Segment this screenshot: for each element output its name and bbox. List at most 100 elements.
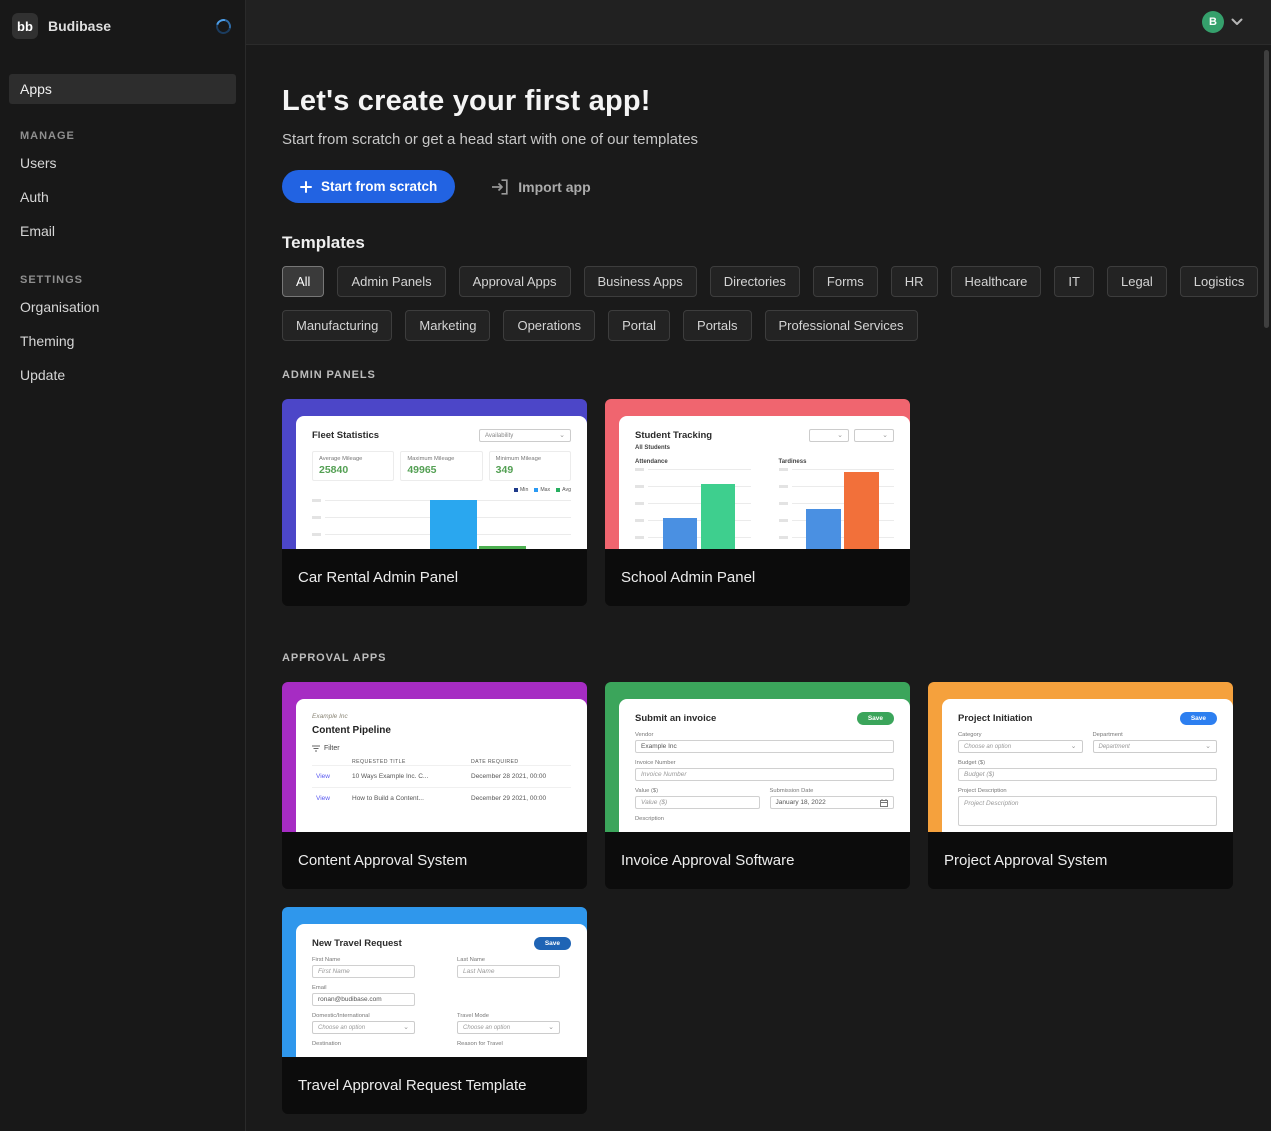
table-row: View 10 Ways Example Inc. C... December … xyxy=(312,765,571,787)
preview-panel: Project Initiation Save Category Choose … xyxy=(942,699,1233,832)
template-card-content-approval[interactable]: Example Inc Content Pipeline Filter REQ xyxy=(282,682,587,889)
stat-average-mileage: Average Mileage 25840 xyxy=(312,451,394,481)
domestic-international-field: Domestic/International Choose an option⌄ xyxy=(312,1013,415,1034)
department-field: Department Department⌄ xyxy=(1093,732,1218,753)
template-card-invoice-approval[interactable]: Submit an invoice Save Vendor Example In… xyxy=(605,682,910,889)
sidebar-item-apps[interactable]: Apps xyxy=(9,74,236,104)
card-preview: Fleet Statistics Availability⌄ Average M… xyxy=(282,399,587,549)
budibase-logo[interactable]: bb xyxy=(12,13,38,39)
plus-icon xyxy=(300,181,312,193)
budget-field: Budget ($) Budget ($) xyxy=(958,760,1217,781)
grade-select: ⌄ xyxy=(809,429,849,442)
loading-spinner-icon xyxy=(213,16,233,36)
import-icon xyxy=(491,179,509,195)
filter-chip-admin-panels[interactable]: Admin Panels xyxy=(337,266,445,297)
page-content: Let's create your first app! Start from … xyxy=(246,45,1271,1131)
sidebar-item-email[interactable]: Email xyxy=(0,214,245,248)
bar-green xyxy=(701,484,736,549)
preview-panel: New Travel Request Save First Name First… xyxy=(296,924,587,1057)
template-card-car-rental[interactable]: Fleet Statistics Availability⌄ Average M… xyxy=(282,399,587,606)
preview-panel: Fleet Statistics Availability⌄ Average M… xyxy=(296,416,587,549)
last-name-field: Last Name Last Name xyxy=(457,957,560,978)
sidebar-section-manage: MANAGE xyxy=(20,130,245,142)
template-card-school[interactable]: Student Tracking ⌄ ⌄ All Students Attend… xyxy=(605,399,910,606)
sidebar-item-organisation[interactable]: Organisation xyxy=(0,290,245,324)
stat-maximum-mileage: Maximum Mileage 49965 xyxy=(400,451,482,481)
bar-blue xyxy=(430,500,477,549)
sidebar-item-users[interactable]: Users xyxy=(0,146,245,180)
filter-chip-all[interactable]: All xyxy=(282,266,324,297)
filter-chip-healthcare[interactable]: Healthcare xyxy=(951,266,1042,297)
filter-chip-portal[interactable]: Portal xyxy=(608,310,670,341)
company-name: Example Inc xyxy=(312,713,571,720)
admin-cards: Fleet Statistics Availability⌄ Average M… xyxy=(282,399,1233,606)
availability-select: Availability⌄ xyxy=(479,429,571,442)
sidebar-item-theming[interactable]: Theming xyxy=(0,324,245,358)
card-preview: Project Initiation Save Category Choose … xyxy=(928,682,1233,832)
bar-green xyxy=(479,546,526,549)
filter-chip-operations[interactable]: Operations xyxy=(503,310,595,341)
sidebar-item-auth[interactable]: Auth xyxy=(0,180,245,214)
filter-chip-hr[interactable]: HR xyxy=(891,266,938,297)
chevron-down-icon[interactable] xyxy=(1231,18,1243,26)
start-from-scratch-button[interactable]: Start from scratch xyxy=(282,170,455,203)
filter-chip-manufacturing[interactable]: Manufacturing xyxy=(282,310,392,341)
vendor-field: Vendor Example Inc xyxy=(635,732,894,753)
sidebar-section-settings: SETTINGS xyxy=(20,274,245,286)
preview-title: Submit an invoice xyxy=(635,713,716,724)
filter-row-2: Manufacturing Marketing Operations Porta… xyxy=(282,310,1271,341)
topbar: B xyxy=(246,0,1271,45)
preview-subtitle: All Students xyxy=(635,445,894,451)
mini-charts: Attendance xyxy=(635,459,894,549)
template-card-project-approval[interactable]: Project Initiation Save Category Choose … xyxy=(928,682,1233,889)
first-name-field: First Name First Name xyxy=(312,957,415,978)
card-preview: Example Inc Content Pipeline Filter REQ xyxy=(282,682,587,832)
chart-legend: Min Max Avg xyxy=(312,487,571,493)
travel-mode-field: Travel Mode Choose an option⌄ xyxy=(457,1013,560,1034)
main-area: B Let's create your first app! Start fro… xyxy=(246,0,1271,1131)
filter-chip-business-apps[interactable]: Business Apps xyxy=(584,266,697,297)
card-preview: Submit an invoice Save Vendor Example In… xyxy=(605,682,910,832)
card-title: Project Approval System xyxy=(928,832,1233,889)
card-preview: Student Tracking ⌄ ⌄ All Students Attend… xyxy=(605,399,910,549)
save-button: Save xyxy=(1180,712,1217,725)
attendance-chart xyxy=(635,469,751,549)
card-title: School Admin Panel xyxy=(605,549,910,606)
filter-chip-portals[interactable]: Portals xyxy=(683,310,751,341)
filter-chip-legal[interactable]: Legal xyxy=(1107,266,1167,297)
invoice-number-field: Invoice Number Invoice Number xyxy=(635,760,894,781)
import-app-button[interactable]: Import app xyxy=(491,179,590,195)
avatar[interactable]: B xyxy=(1202,11,1224,33)
submission-date-field: Submission Date January 18, 2022 xyxy=(770,788,895,809)
bar-chart xyxy=(312,497,571,549)
card-title: Car Rental Admin Panel xyxy=(282,549,587,606)
value-field: Value ($) Value ($) xyxy=(635,788,760,809)
save-button: Save xyxy=(534,937,571,950)
filter-chip-approval-apps[interactable]: Approval Apps xyxy=(459,266,571,297)
filter-row-1: All Admin Panels Approval Apps Business … xyxy=(282,266,1271,297)
filter-chip-forms[interactable]: Forms xyxy=(813,266,878,297)
filter-chip-it[interactable]: IT xyxy=(1054,266,1094,297)
template-card-travel-approval[interactable]: New Travel Request Save First Name First… xyxy=(282,907,587,1114)
preview-panel: Example Inc Content Pipeline Filter REQ xyxy=(296,699,587,832)
section-approval-apps: APPROVAL APPS xyxy=(282,652,1271,664)
filter-chip-professional-services[interactable]: Professional Services xyxy=(765,310,918,341)
description-field: Description xyxy=(635,816,894,822)
import-app-label: Import app xyxy=(518,179,590,195)
filter-control: Filter xyxy=(312,745,571,752)
scrollbar-thumb[interactable] xyxy=(1264,50,1269,328)
sidebar: bb Budibase Apps MANAGE Users Auth Email… xyxy=(0,0,246,1131)
filter-chip-logistics[interactable]: Logistics xyxy=(1180,266,1259,297)
brand-name: Budibase xyxy=(48,18,206,34)
bar-blue xyxy=(663,518,698,549)
class-select: ⌄ xyxy=(854,429,894,442)
preview-title: Content Pipeline xyxy=(312,725,571,736)
card-title: Invoice Approval Software xyxy=(605,832,910,889)
filter-chip-directories[interactable]: Directories xyxy=(710,266,800,297)
bar-orange xyxy=(844,472,879,549)
stat-minimum-mileage: Minimum Mileage 349 xyxy=(489,451,571,481)
filter-chip-marketing[interactable]: Marketing xyxy=(405,310,490,341)
sidebar-item-update[interactable]: Update xyxy=(0,358,245,392)
section-admin-panels: ADMIN PANELS xyxy=(282,369,1271,381)
page-subtitle: Start from scratch or get a head start w… xyxy=(282,131,1271,148)
